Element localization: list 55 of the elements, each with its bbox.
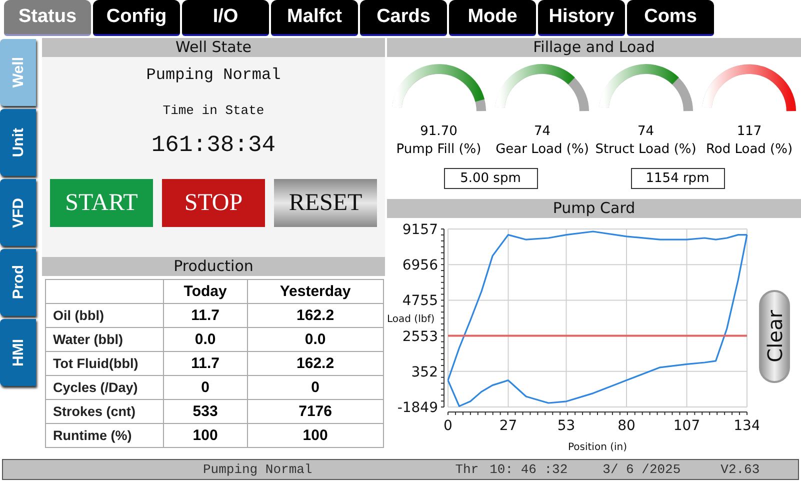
readout-field: 5.00 spm [444,168,538,189]
time-text: 10: 46 :32 [490,462,568,477]
table-cell: 0 [164,376,248,400]
status-text: Pumping Normal [203,462,312,477]
y-tick-label: 2553 [402,328,438,345]
row-label: Oil (bbl) [46,304,164,328]
table-cell: 162.2 [247,352,384,376]
table-cell: 100 [247,424,384,448]
table-cell: 0 [247,376,384,400]
gauge-value: 74 [637,124,654,139]
gauge-label: Rod Load (%) [706,142,793,157]
column-header: Yesterday [247,280,384,304]
day-text: Thr [455,462,479,477]
x-tick-label: 107 [673,418,700,434]
gauge-value: 91.70 [420,124,458,139]
y-tick-label: 352 [411,364,438,380]
column-header: Today [164,280,248,304]
row-label: Strokes (cnt) [46,400,164,424]
x-tick-label: 27 [499,418,518,434]
gauge-label: Gear Load (%) [496,142,589,157]
x-tick-label: 80 [618,418,636,434]
table-cell: 0.0 [164,328,248,352]
x-tick-label: 53 [557,418,576,434]
time-in-state-value: 161:38:34 [151,132,276,158]
gauge-value: 117 [736,124,762,139]
table-cell: 100 [164,424,248,448]
table-cell: 533 [164,400,248,424]
table-cell: 11.7 [164,304,248,328]
y-tick-label: 9157 [402,222,438,238]
date-text: 3/ 6 /2025 [602,462,681,477]
section-header: Fillage and Load [387,38,801,57]
section-header: Well State [42,38,385,57]
readout-field: 1154 rpm [630,168,724,189]
table-cell: 11.7 [164,352,248,376]
gauge-label: Struct Load (%) [595,142,696,157]
y-tick-label: 4755 [402,293,438,310]
y-tick-label: 6956 [402,258,438,274]
gauge-value: 74 [534,124,551,139]
version-text: V2.63 [720,462,760,477]
x-axis-label: Position (in) [568,442,628,453]
y-tick-label: -1849 [397,400,438,416]
row-label: Tot Fluid(bbl) [46,352,164,376]
section-header: Pump Card [387,199,801,218]
y-axis-label: Load (lbf) [387,314,435,325]
row-label: Runtime (%) [46,424,164,448]
well-state-text: Pumping Normal [146,66,281,84]
row-label: Water (bbl) [46,328,164,352]
table-cell: 7176 [247,400,384,424]
table-cell: 162.2 [247,304,384,328]
x-tick-label: 0 [444,418,452,434]
table-cell: 0.0 [247,328,384,352]
gauge-label: Pump Fill (%) [396,142,482,157]
row-label: Cycles (/Day) [46,376,164,400]
time-in-state-label: Time in State [162,103,264,118]
section-header: Production [42,257,385,276]
